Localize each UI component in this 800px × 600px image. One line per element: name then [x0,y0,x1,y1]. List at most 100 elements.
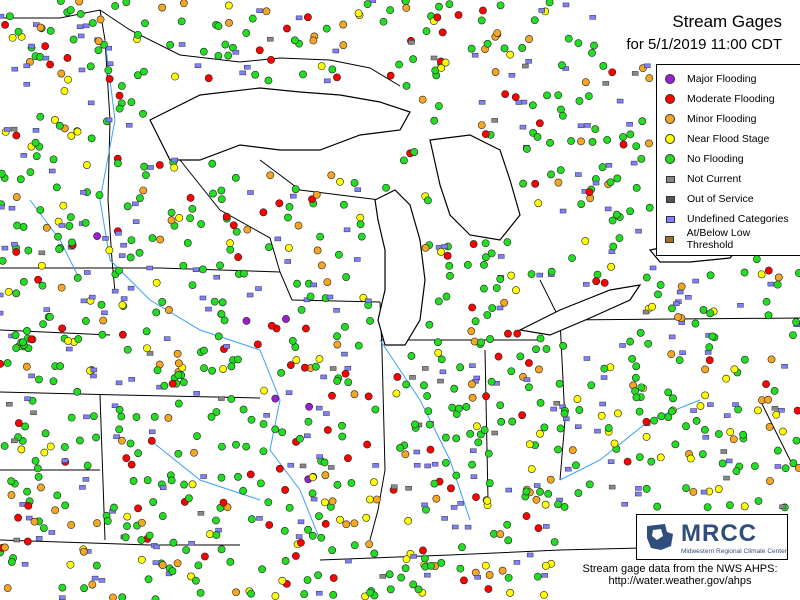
gage-square-marker [778,407,785,413]
gage-circle-marker [45,312,54,321]
gage-circle-marker [740,268,749,277]
gage-square-marker [113,434,120,439]
gage-circle-marker [342,520,351,529]
gage-circle-marker [217,545,226,554]
gage-circle-marker [675,356,684,365]
gage-square-marker [247,190,254,195]
gage-circle-marker [14,419,23,427]
gage-circle-marker [419,546,427,555]
gage-circle-marker [706,309,715,318]
logo-name: MRCC [681,519,757,547]
gage-circle-marker [603,135,612,144]
gage-circle-marker [366,588,374,597]
gage-circle-marker [216,261,224,270]
gage-square-marker [526,552,534,558]
gage-circle-marker [323,278,332,286]
gage-circle-marker [452,471,461,480]
gage-circle-marker [118,330,127,339]
gage-square-marker [310,496,318,502]
gage-circle-marker [267,321,276,330]
gage-square-marker [621,501,628,507]
gage-square-marker [274,236,282,242]
gage-circle-marker [32,152,41,161]
gage-circle-marker [468,393,477,402]
gage-square-marker [450,505,458,510]
gage-circle-marker [67,521,76,529]
gage-circle-marker [67,131,76,140]
gage-square-marker [550,406,557,412]
gage-circle-marker [504,329,512,338]
gage-circle-marker [217,186,226,195]
gage-circle-marker [188,204,197,213]
gage-circle-marker [477,16,486,25]
gage-circle-marker [483,39,492,48]
gage-circle-marker [767,355,776,364]
gage-circle-marker [350,178,359,187]
gage-circle-marker [446,271,454,280]
gage-circle-marker [632,362,641,371]
gage-circle-marker [196,588,205,597]
gage-square-marker [192,267,200,272]
gage-circle-marker [644,339,653,348]
gage-circle-marker [448,403,457,412]
gage-square-marker [193,391,200,396]
gage-circle-marker [339,20,348,29]
gage-circle-marker [52,183,61,192]
gage-circle-marker [764,395,772,404]
gage-circle-marker [281,486,290,494]
gage-circle-marker [752,255,761,263]
gage-square-marker [430,55,438,61]
gage-circle-marker [700,426,709,434]
credit-line-2[interactable]: http://water.weather.gov/ahps [562,575,798,587]
gage-circle-marker [636,328,645,337]
gage-square-marker [188,541,195,546]
gage-circle-marker [484,449,493,458]
gage-circle-marker [764,311,773,320]
gage-square-marker [0,13,5,19]
gage-circle-marker [153,366,162,375]
gage-circle-marker [585,188,594,197]
gage-circle-marker [152,308,161,317]
gage-circle-marker [497,417,506,426]
gage-circle-marker [148,234,157,243]
gage-circle-marker [500,298,509,307]
gage-circle-marker [5,12,14,21]
gage-circle-marker [432,494,441,503]
gage-circle-marker [200,364,208,373]
gage-circle-marker [482,392,490,401]
gage-square-marker [626,121,633,127]
gage-circle-marker [483,311,492,319]
gage-circle-marker [654,290,662,299]
gage-circle-marker [55,121,64,130]
gage-square-marker [668,334,676,340]
gage-circle-marker [33,464,42,473]
gage-square-marker [205,306,212,312]
gage-square-marker [575,172,582,177]
map-subtitle: for 5/1/2019 11:00 CDT [626,36,782,53]
gage-circle-marker [251,70,260,79]
gage-circle-marker [647,457,656,466]
gage-square-marker [43,307,51,312]
gage-square-marker [329,366,337,371]
gage-circle-marker [111,2,120,10]
gage-circle-marker [14,27,23,36]
gage-circle-marker [142,327,151,336]
gage-circle-marker [166,40,175,49]
gage-circle-marker [607,262,615,271]
gage-circle-marker [328,546,337,555]
gage-circle-marker [781,464,790,473]
gage-circle-marker [536,429,544,438]
gage-square-marker [600,375,608,380]
gage-circle-marker [144,575,153,584]
gage-circle-marker [226,558,235,566]
gage-circle-marker [392,389,401,398]
gage-square-marker [634,491,642,497]
gage-square-marker [20,153,28,158]
gage-square-marker [304,433,311,439]
gage-circle-marker [506,588,515,597]
gage-circle-marker [462,403,471,411]
gage-square-marker [10,126,18,132]
gage-circle-marker [588,49,596,57]
legend-item-near: Near Flood Stage [661,129,797,149]
gage-circle-marker [206,530,214,538]
